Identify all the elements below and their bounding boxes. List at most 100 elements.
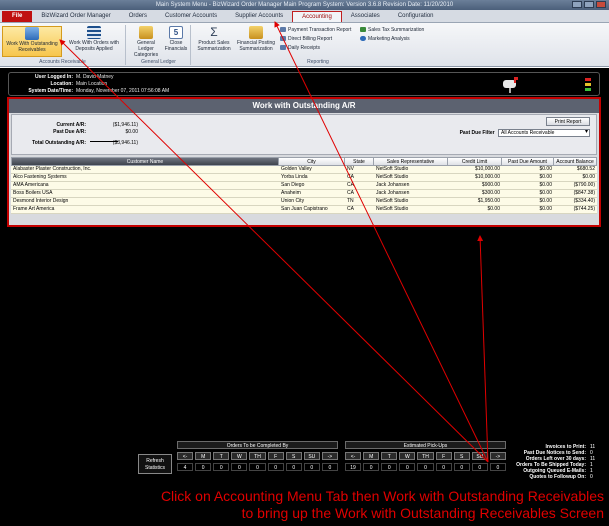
table-cell: $10,000.00 [474, 174, 500, 180]
orders-day-count: 4 [177, 463, 194, 471]
table-cell: Alabaster Plaster Construction, Inc. [13, 166, 92, 172]
receivables-icon [25, 27, 39, 40]
caption-line-2: to bring up the Work with Outstanding Re… [241, 505, 604, 521]
table-cell: Alco Fastening Systems [13, 174, 67, 180]
table-cell: Jack Johansen [376, 182, 410, 188]
current-ar-value: ($1,946.11) [112, 122, 138, 128]
pickups-day-button[interactable]: W [399, 452, 416, 460]
column-header[interactable]: City [279, 157, 345, 166]
close-financials-button[interactable]: 5 Close Financials [163, 26, 189, 52]
maximize-button[interactable] [584, 1, 594, 8]
group-label: Reporting [307, 59, 329, 65]
work-deposits-button[interactable]: Work With Orders with Deposits Applied [64, 26, 124, 52]
orders-day-button[interactable]: -> [321, 452, 338, 460]
total-ar-value: ($3,946.11) [112, 140, 138, 146]
minimize-button[interactable] [572, 1, 582, 8]
work-outstanding-receivables-button[interactable]: Work With Outstanding Receivables [2, 26, 62, 57]
table-cell: TN [347, 198, 354, 204]
table-cell: San Juan Capistrano [281, 206, 328, 212]
table-row[interactable]: Alco Fastening Systems Yorba Linda CA NetSo… [11, 174, 597, 182]
pickups-day-button[interactable]: F [435, 452, 452, 460]
orders-days: <- M T W TH F S SU -> [177, 452, 338, 460]
tab-associates[interactable]: Associates [342, 11, 389, 22]
table-cell: ($334.40) [573, 198, 595, 204]
tab-configuration[interactable]: Configuration [389, 11, 443, 22]
pickups-day-count: 0 [417, 463, 434, 471]
table-row[interactable]: Alabaster Plaster Construction, Inc. Gold… [11, 166, 597, 174]
orders-day-button[interactable]: F [267, 452, 284, 460]
orders-day-button[interactable]: S [285, 452, 302, 460]
orders-day-button[interactable]: SU [303, 452, 320, 460]
table-cell: NetSoft Studio [376, 198, 409, 204]
sales-tax-summarization-button[interactable]: Sales Tax Summarization [360, 27, 424, 34]
mailbox-icon[interactable] [501, 75, 519, 93]
pickups-day-button[interactable]: SU [471, 452, 488, 460]
table-cell: San Diego [281, 182, 305, 188]
orders-day-button[interactable]: T [213, 452, 230, 460]
table-row[interactable]: Boss Boilers USA Anaheim CA Jack Johansen $3… [11, 190, 597, 198]
table-cell: ($744.25) [573, 206, 595, 212]
orders-day-button[interactable]: M [195, 452, 212, 460]
tab-bizwizard[interactable]: BizWizard Order Manager [32, 11, 119, 22]
pickups-day-button[interactable]: <- [345, 452, 362, 460]
status-signal-icon [585, 78, 591, 91]
pickups-days: <- M T W TH F S SU -> [345, 452, 506, 460]
folder-icon [139, 26, 153, 39]
ar-summary: Current A/R: ($1,946.11) Past Due A/R: $… [11, 114, 597, 155]
pickups-day-button[interactable]: TH [417, 452, 434, 460]
table-cell: $0.00 [539, 182, 552, 188]
column-header[interactable]: Customer Name [11, 157, 279, 166]
group-general-ledger: General Ledger Categories 5 Close Financ… [127, 25, 191, 65]
report-icon [280, 27, 286, 32]
user-name: M. David Matney [76, 74, 114, 80]
column-header[interactable]: Credit Limit [448, 157, 502, 166]
column-header[interactable]: Past Due Amount [502, 157, 554, 166]
tab-supplier-accounts[interactable]: Supplier Accounts [226, 11, 292, 22]
table-cell: Jack Johansen [376, 190, 410, 196]
tab-accounting[interactable]: Accounting [292, 11, 342, 22]
pickups-calendar-title: Estimated Pick-Ups [345, 441, 506, 449]
pickups-day-count: 0 [381, 463, 398, 471]
table-cell: $900.00 [481, 182, 500, 188]
gl-categories-button[interactable]: General Ledger Categories [129, 26, 163, 58]
table-row[interactable]: AMA Americana San Diego CA Jack Johansen $90… [11, 182, 597, 190]
orders-day-button[interactable]: TH [249, 452, 266, 460]
marketing-analysis-button[interactable]: Marketing Analysis [360, 36, 410, 43]
table-row[interactable]: Desmond Interior Design Union City TN NetSo… [11, 198, 597, 206]
direct-billing-report-button[interactable]: Direct Billing Report [280, 36, 332, 43]
table-row[interactable]: Frame Art America San Juan Capistrano CA Ne… [11, 206, 597, 214]
orders-day-button[interactable]: W [231, 452, 248, 460]
tab-customer-accounts[interactable]: Customer Accounts [156, 11, 226, 22]
sigma-icon: Σ [210, 25, 218, 39]
table-cell: $0.00 [539, 198, 552, 204]
tab-file[interactable]: File [2, 11, 33, 22]
orders-day-count: 0 [195, 463, 212, 471]
table-cell: CA [347, 206, 354, 212]
orders-day-count: 0 [321, 463, 338, 471]
daily-receipts-button[interactable]: Daily Receipts [280, 45, 320, 52]
table-cell: CA [347, 182, 354, 188]
panel-title: Work with Outstanding A/R [9, 99, 599, 113]
pickups-day-button[interactable]: T [381, 452, 398, 460]
statistics-footer: Refresh Statistics Orders To be Complete… [0, 438, 609, 480]
financial-posting-button[interactable]: Financial Posting Summarization [234, 26, 278, 52]
orders-day-count: 0 [231, 463, 248, 471]
orders-day-button[interactable]: <- [177, 452, 194, 460]
column-header[interactable]: Sales Representative [374, 157, 448, 166]
table-cell: NetSoft Studio [376, 166, 409, 172]
table-cell: CA [347, 174, 354, 180]
payment-transaction-report-button[interactable]: Payment Transaction Report [280, 27, 351, 34]
column-header[interactable]: State [345, 157, 374, 166]
tab-orders[interactable]: Orders [120, 11, 156, 22]
close-button[interactable] [596, 1, 606, 8]
calendar-icon: 5 [169, 26, 183, 39]
column-header[interactable]: Account Balance [554, 157, 597, 166]
print-report-button[interactable]: Print Report [546, 117, 590, 126]
pickups-day-button[interactable]: M [363, 452, 380, 460]
past-due-filter-select[interactable]: All Accounts Receivable [498, 129, 590, 137]
pickups-day-button[interactable]: S [453, 452, 470, 460]
pickups-day-count: 0 [453, 463, 470, 471]
table-header: Customer Name City State Sales Representati… [11, 157, 597, 166]
product-sales-button[interactable]: Σ Product Sales Summarization [194, 26, 234, 52]
refresh-statistics-button[interactable]: Refresh Statistics [138, 454, 172, 474]
